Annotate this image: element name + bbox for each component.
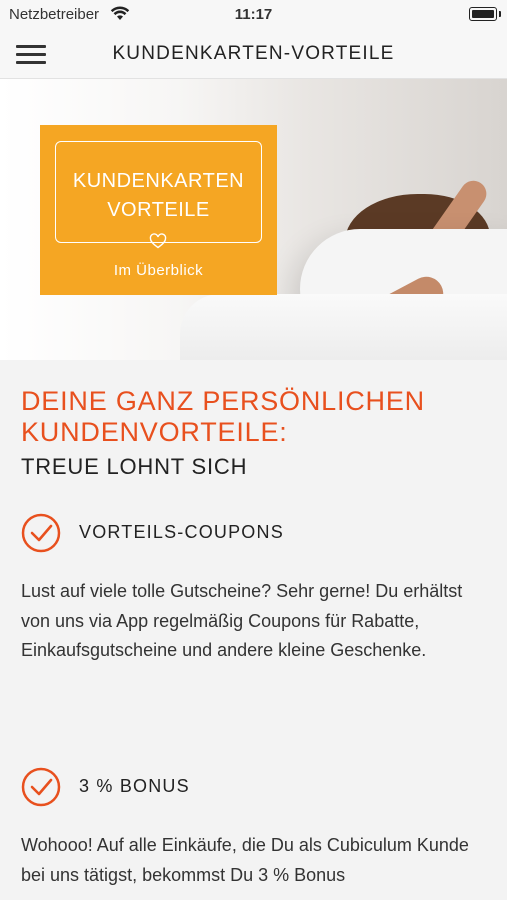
check-circle-icon [21, 513, 61, 553]
promo-subtitle: Im Überblick [113, 262, 204, 279]
promo-title-line1: KUNDENKARTEN [72, 170, 245, 192]
section-heading-line2: KUNDENVORTEILE: [21, 417, 288, 447]
status-time: 11:17 [234, 6, 273, 23]
promo-title-line2: VORTEILE [107, 199, 210, 221]
section-heading: DEINE GANZ PERSÖNLICHEN KUNDENVORTEILE: [21, 386, 491, 448]
nav-bar: KUNDENKARTEN-VORTEILE [0, 30, 507, 79]
section-heading-line1: DEINE GANZ PERSÖNLICHEN [21, 386, 425, 416]
section-subheading: TREUE LOHNT SICH [21, 454, 248, 479]
feature-title-bonus: 3 % BONUS [79, 776, 190, 796]
battery-icon [469, 7, 501, 21]
feature-text-coupons: Lust auf viele tolle Gutscheine? Sehr ge… [21, 581, 463, 660]
hero-photo-sheet [180, 294, 507, 360]
heart-icon [149, 233, 167, 249]
promo-box: KUNDENKARTEN VORTEILE Im Überblick [40, 125, 277, 295]
check-circle-icon [21, 767, 61, 807]
feature-text-bonus: Wohooo! Auf alle Einkäufe, die Du als Cu… [21, 835, 469, 885]
feature-title-coupons: VORTEILS-COUPONS [79, 522, 284, 542]
page-title: KUNDENKARTEN-VORTEILE [112, 43, 395, 64]
hero-banner: KUNDENKARTEN VORTEILE Im Überblick [0, 79, 507, 360]
status-bar: Netzbetreiber 11:17 [0, 0, 507, 30]
